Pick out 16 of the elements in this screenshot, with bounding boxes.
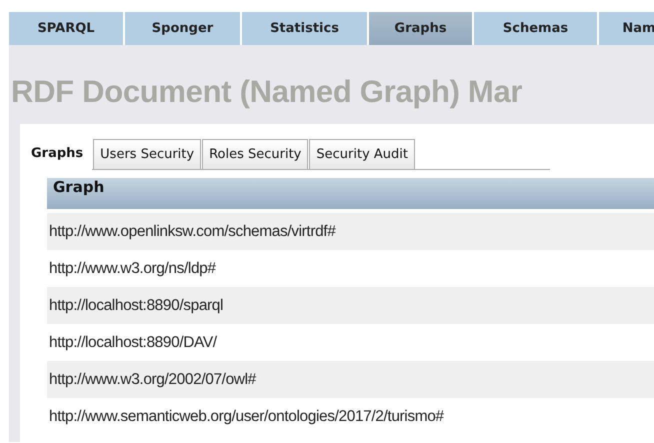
page-heading: RDF Document (Named Graph) Mar	[11, 74, 524, 110]
nav-tab[interactable]: SPARQL	[9, 12, 123, 45]
table-cell-text: http://localhost:8890/DAV/	[48, 333, 218, 353]
tab[interactable]: Security Audit	[309, 139, 415, 169]
table-cell: http://www.openlinksw.com/schemas/virtrdf#	[47, 213, 654, 250]
nav-tab[interactable]: Statistics	[242, 12, 367, 45]
nav-tab[interactable]: Graphs	[369, 12, 472, 45]
table-cell-text: http://www.w3.org/ns/ldp#	[48, 259, 217, 279]
tab[interactable]: Users Security	[93, 139, 202, 169]
nav-tab[interactable]: Sponger	[125, 12, 240, 45]
column-header[interactable]: Graph	[47, 178, 654, 209]
nav-tab[interactable]: Schemas	[474, 12, 597, 45]
table-cell: http://www.w3.org/2002/07/owl#	[47, 361, 654, 398]
table-cell: http://localhost:8890/sparql	[47, 287, 654, 324]
table-cell-text: http://www.semanticweb.org/user/ontologies/2017/2/turismo#	[48, 407, 445, 427]
tab[interactable]: Roles Security	[202, 139, 308, 169]
